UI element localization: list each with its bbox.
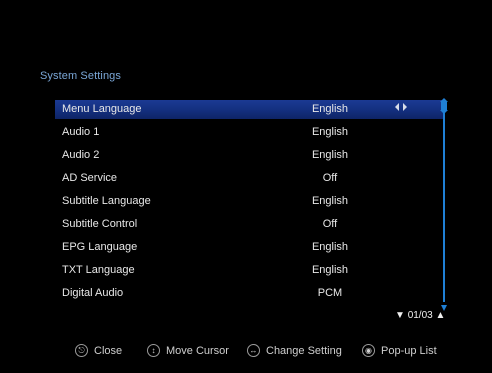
settings-list: Menu Language English Audio 1 English Au… bbox=[55, 100, 443, 307]
setting-label: Subtitle Language bbox=[62, 195, 151, 207]
left-right-arrows-icon bbox=[395, 100, 407, 119]
exit-button-icon: ⎋ bbox=[75, 344, 88, 357]
move-cursor-hint[interactable]: ↕ Move Cursor bbox=[147, 344, 229, 357]
setting-row-subtitle-control[interactable]: Subtitle Control Off bbox=[55, 215, 443, 238]
page-number: 01/03 bbox=[407, 310, 433, 321]
change-setting-hint[interactable]: ↔ Change Setting bbox=[247, 344, 342, 357]
setting-row-audio-2[interactable]: Audio 2 English bbox=[55, 146, 443, 169]
page-indicator: ▼ 01/03 ▲ bbox=[395, 310, 445, 321]
setting-value: Off bbox=[322, 172, 338, 184]
ok-button-icon: ◉ bbox=[362, 344, 375, 357]
move-cursor-label: Move Cursor bbox=[166, 344, 229, 357]
triangle-up-icon[interactable]: ▲ bbox=[436, 310, 446, 321]
popup-list-hint[interactable]: ◉ Pop-up List bbox=[362, 344, 437, 357]
setting-row-ad-service[interactable]: AD Service Off bbox=[55, 169, 443, 192]
scrollbar-end-arrow-icon bbox=[441, 298, 447, 311]
setting-value: English bbox=[311, 195, 349, 207]
setting-value: English bbox=[311, 149, 349, 161]
setting-label: Audio 2 bbox=[62, 149, 100, 161]
setting-label: Audio 1 bbox=[62, 126, 100, 138]
setting-value: English bbox=[311, 103, 349, 115]
setting-row-audio-1[interactable]: Audio 1 English bbox=[55, 123, 443, 146]
triangle-down-icon[interactable]: ▼ bbox=[395, 310, 405, 321]
setting-label: AD Service bbox=[62, 172, 118, 184]
setting-label: Menu Language bbox=[62, 103, 142, 115]
setting-row-subtitle-language[interactable]: Subtitle Language English bbox=[55, 192, 443, 215]
setting-row-menu-language[interactable]: Menu Language English bbox=[55, 100, 443, 119]
close-label: Close bbox=[94, 344, 123, 357]
footer-help-bar: ⎋ Close ↕ Move Cursor ↔ Change Setting ◉… bbox=[0, 344, 492, 362]
setting-row-txt-language[interactable]: TXT Language English bbox=[55, 261, 443, 284]
setting-row-epg-language[interactable]: EPG Language English bbox=[55, 238, 443, 261]
setting-label: Digital Audio bbox=[62, 287, 124, 299]
dpad-left-right-icon: ↔ bbox=[247, 344, 260, 357]
close-hint[interactable]: ⎋ Close bbox=[75, 344, 122, 357]
setting-value: Off bbox=[322, 218, 338, 230]
setting-value: English bbox=[311, 241, 349, 253]
popup-list-label: Pop-up List bbox=[381, 344, 437, 357]
setting-row-digital-audio[interactable]: Digital Audio PCM bbox=[55, 284, 443, 307]
setting-value: English bbox=[311, 264, 349, 276]
change-setting-label: Change Setting bbox=[266, 344, 342, 357]
dpad-up-down-icon: ↕ bbox=[147, 344, 160, 357]
setting-value: PCM bbox=[317, 287, 343, 299]
settings-screen: System Settings Menu Language English Au… bbox=[0, 0, 492, 373]
setting-value: English bbox=[311, 126, 349, 138]
setting-label: Subtitle Control bbox=[62, 218, 138, 230]
page-title: System Settings bbox=[40, 70, 121, 82]
scrollbar-track[interactable] bbox=[443, 100, 445, 302]
setting-label: EPG Language bbox=[62, 241, 138, 253]
setting-label: TXT Language bbox=[62, 264, 135, 276]
scrollbar-thumb[interactable] bbox=[440, 98, 448, 114]
